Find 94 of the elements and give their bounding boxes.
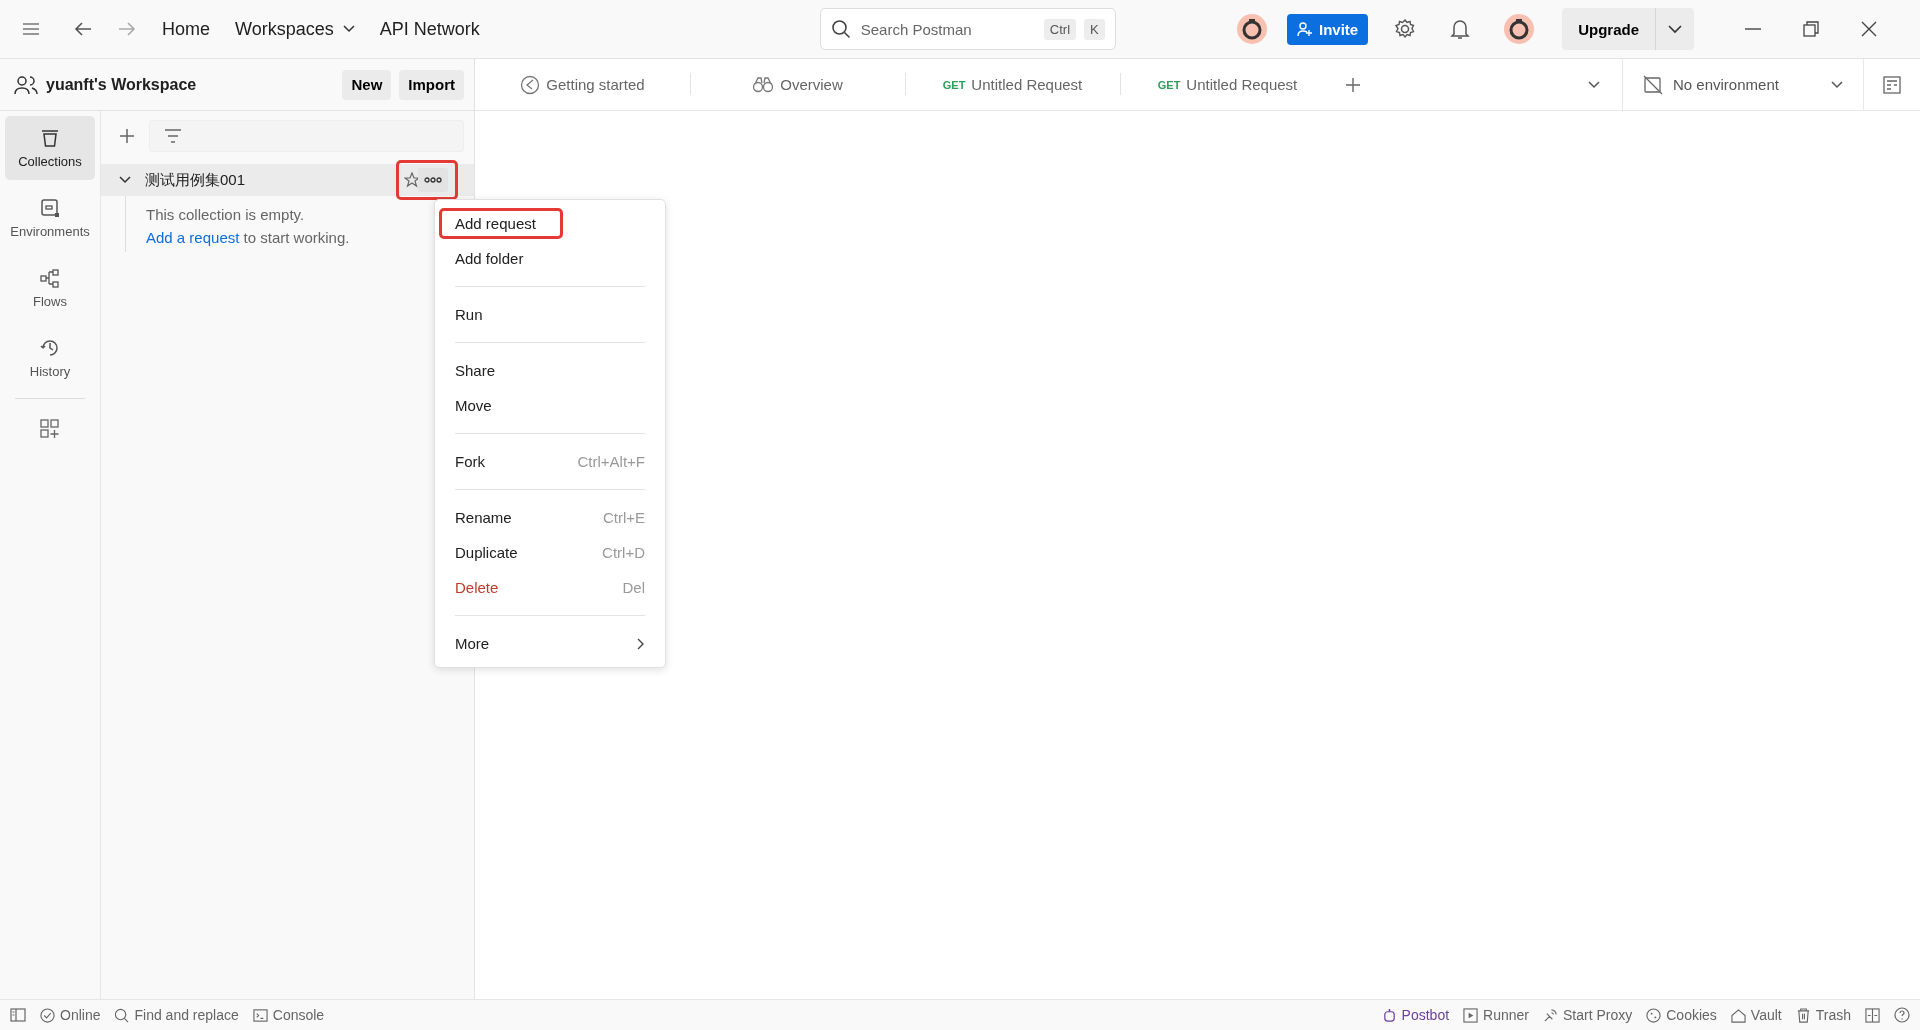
close-icon[interactable]	[1861, 21, 1877, 37]
sidebar-tab[interactable]: Flows	[5, 256, 95, 320]
settings-icon[interactable]	[1394, 18, 1417, 40]
search-icon	[114, 1007, 130, 1023]
status-bar-item[interactable]: Runner	[1463, 1007, 1529, 1023]
status-bar-item[interactable]: Find and replace	[114, 1007, 239, 1023]
avatar-icon[interactable]	[1236, 14, 1267, 44]
tab[interactable]: Overview	[690, 59, 905, 110]
satellite-icon	[1543, 1007, 1558, 1023]
add-widget-icon[interactable]	[40, 419, 60, 439]
search-icon	[830, 19, 851, 39]
chevron-down-icon	[342, 25, 355, 33]
upgrade-button[interactable]: Upgrade	[1562, 8, 1656, 50]
play-icon	[1463, 1007, 1479, 1023]
more-icon	[424, 177, 442, 183]
menu-item[interactable]: Duplicate Ctrl+D	[455, 535, 645, 570]
nav-link[interactable]: Home	[162, 18, 210, 40]
flow-icon	[40, 267, 60, 288]
sidebar-toggle-icon[interactable]	[10, 1008, 26, 1022]
menu-item[interactable]: Add request	[439, 208, 563, 239]
http-method: GET	[942, 78, 966, 91]
filter-field[interactable]	[149, 120, 464, 152]
check-circle-icon	[40, 1007, 55, 1023]
tab[interactable]: GET Untitled Request	[1120, 59, 1335, 110]
tab-label: Untitled Request	[1186, 76, 1298, 93]
menu-icon[interactable]	[22, 22, 40, 36]
search-field[interactable]: Search Postman Ctrl K	[819, 8, 1116, 50]
empty-message: This collection is empty.	[146, 206, 306, 223]
menu-item[interactable]: Add folder	[455, 241, 645, 276]
chevron-down-icon[interactable]	[119, 176, 131, 184]
terminal-icon	[252, 1007, 268, 1023]
menu-item[interactable]: More	[455, 626, 645, 661]
workspace-button[interactable]: Import	[399, 69, 464, 100]
add-request-link[interactable]: Add a request	[146, 229, 240, 246]
back-arrow-icon[interactable]	[74, 21, 92, 37]
history-icon	[40, 337, 60, 358]
http-method: GET	[1157, 78, 1181, 91]
robot-icon	[1381, 1007, 1397, 1023]
tab-label: Untitled Request	[971, 76, 1083, 93]
shortcut-key: Ctrl	[1043, 18, 1077, 40]
variables-icon[interactable]	[1882, 74, 1902, 95]
trash-can-icon	[40, 127, 60, 148]
restore-icon[interactable]	[1803, 21, 1819, 37]
tab[interactable]: Getting started	[475, 59, 690, 110]
menu-item[interactable]: Delete Del	[455, 570, 645, 605]
trash-icon	[1795, 1007, 1811, 1023]
status-bar-item[interactable]: Cookies	[1646, 1007, 1717, 1023]
tab-label: Overview	[780, 76, 843, 93]
notification-bell-icon[interactable]	[1450, 18, 1471, 40]
tab-label: Getting started	[546, 76, 645, 93]
plus-icon[interactable]	[119, 128, 135, 144]
team-icon	[14, 74, 38, 95]
environment-icon	[40, 197, 60, 218]
help-icon[interactable]	[1894, 1007, 1910, 1023]
sidebar-tab[interactable]: Environments	[5, 186, 95, 250]
avatar-icon[interactable]	[1504, 14, 1535, 44]
add-user-icon	[1296, 21, 1313, 37]
status-bar-item[interactable]: Vault	[1730, 1007, 1782, 1023]
menu-item[interactable]: Fork Ctrl+Alt+F	[455, 444, 645, 479]
menu-item[interactable]: Run	[455, 297, 645, 332]
nav-link[interactable]: Workspaces	[235, 18, 355, 40]
binoculars-icon	[752, 76, 775, 93]
status-bar-item[interactable]: Start Proxy	[1543, 1007, 1633, 1023]
plus-icon[interactable]	[1345, 76, 1361, 93]
chevron-right-icon	[637, 637, 645, 650]
status-bar-item[interactable]: Trash	[1795, 1007, 1851, 1023]
sidebar-tab[interactable]: History	[5, 326, 95, 390]
menu-item[interactable]: Rename Ctrl+E	[455, 500, 645, 535]
status-bar-item[interactable]: Postbot	[1381, 1007, 1450, 1023]
workspace-name: yuanft's Workspace	[46, 75, 198, 94]
workspace-button[interactable]: New	[342, 69, 392, 100]
layout-icon[interactable]	[1865, 1007, 1880, 1023]
invite-button[interactable]: Invite	[1286, 13, 1369, 45]
compass-icon	[520, 74, 541, 95]
sidebar-tab[interactable]: Collections	[5, 116, 95, 180]
status-bar-item[interactable]: Online	[40, 1007, 101, 1023]
status-bar-item[interactable]: Console	[252, 1007, 325, 1023]
home-icon	[1730, 1007, 1746, 1023]
filter-icon	[164, 129, 182, 143]
more-options-button[interactable]	[418, 168, 448, 192]
chevron-down-icon	[1831, 80, 1843, 89]
tab[interactable]: GET Untitled Request	[905, 59, 1120, 110]
chevron-down-icon[interactable]	[1668, 24, 1682, 34]
no-environment-icon	[1643, 74, 1663, 95]
menu-item[interactable]: Share	[455, 353, 645, 388]
menu-item[interactable]: Move	[455, 388, 645, 423]
chevron-down-icon[interactable]	[1588, 80, 1600, 89]
search-input[interactable]: Search Postman	[858, 19, 1036, 39]
collection-name: 测试用例集001	[145, 170, 246, 190]
environment-selector[interactable]: No environment	[1622, 59, 1864, 110]
star-icon[interactable]	[404, 172, 420, 188]
cookie-icon	[1646, 1007, 1662, 1023]
shortcut-key: K	[1084, 18, 1105, 40]
nav-link[interactable]: API Network	[379, 18, 480, 40]
